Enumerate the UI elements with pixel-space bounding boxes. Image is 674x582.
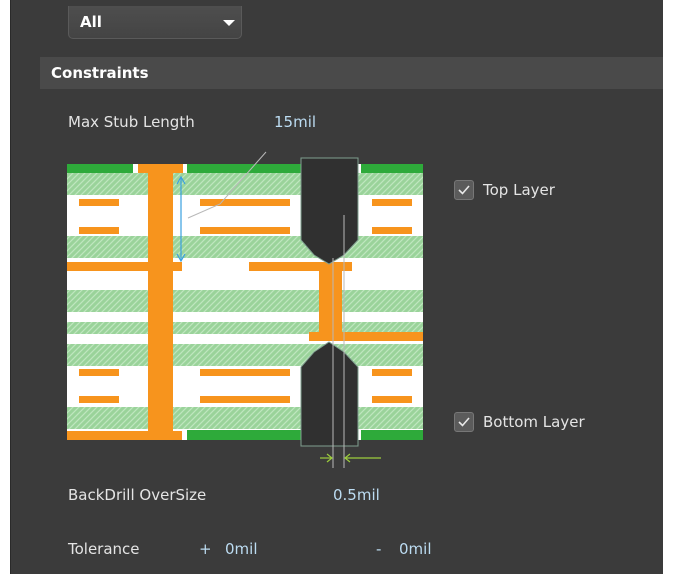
top-layer-label[interactable]: Top Layer bbox=[483, 181, 555, 199]
tolerance-minus-sign: - bbox=[376, 540, 382, 558]
checkmark-icon bbox=[458, 417, 470, 427]
tolerance-plus-value[interactable]: 0mil bbox=[225, 540, 258, 558]
tolerance-minus-value[interactable]: 0mil bbox=[399, 540, 432, 558]
top-layer-checkbox[interactable] bbox=[454, 180, 474, 200]
tolerance-plus-sign: + bbox=[199, 540, 212, 558]
backdrill-oversize-value[interactable]: 0.5mil bbox=[333, 486, 380, 504]
bottom-layer-checkbox[interactable] bbox=[454, 412, 474, 432]
backdrill-oversize-label: BackDrill OverSize bbox=[68, 486, 207, 504]
checkmark-icon bbox=[458, 185, 470, 195]
bottom-layer-label[interactable]: Bottom Layer bbox=[483, 413, 585, 431]
tolerance-label: Tolerance bbox=[68, 540, 140, 558]
